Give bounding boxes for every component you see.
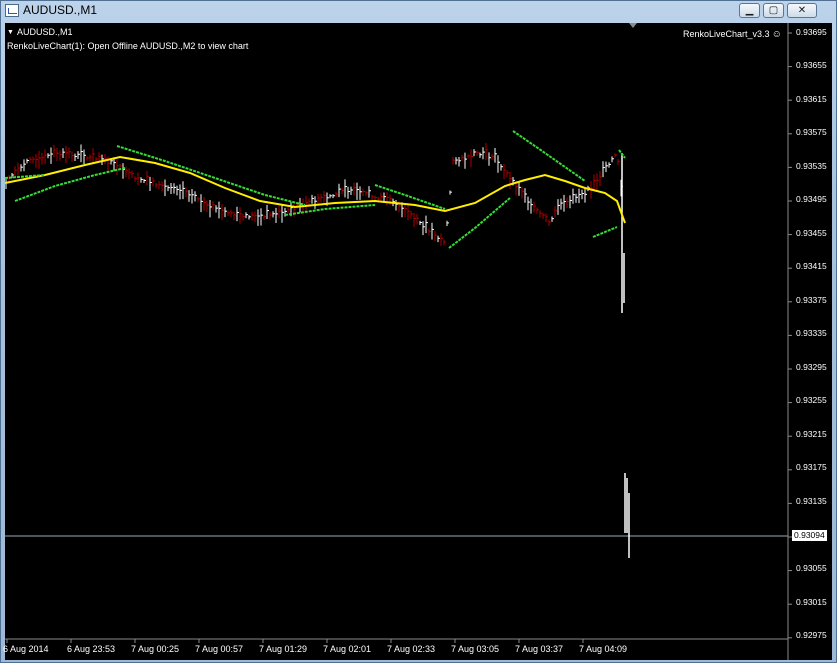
- chart-shift-marker[interactable]: [629, 23, 637, 28]
- time-label: 7 Aug 04:09: [579, 644, 628, 654]
- expert-advisor-name: RenkoLiveChart_v3.3: [683, 29, 770, 39]
- close-button[interactable]: ✕: [787, 3, 817, 18]
- band-line: [592, 226, 618, 238]
- maximize-button[interactable]: ▢: [763, 3, 784, 18]
- price-label: 0.93655: [796, 60, 827, 70]
- price-label: 0.93175: [796, 462, 827, 472]
- chart-canvas: [5, 23, 792, 660]
- time-label: 7 Aug 02:01: [323, 644, 372, 654]
- time-label: 7 Aug 00:25: [131, 644, 180, 654]
- chart-window-icon: [5, 4, 19, 17]
- price-label: 0.93615: [796, 94, 827, 104]
- band-line: [116, 145, 306, 206]
- price-label: 0.93015: [796, 597, 827, 607]
- smile-icon: ☺: [771, 29, 782, 40]
- expert-advisor-label: RenkoLiveChart_v3.3 ☺: [683, 29, 782, 40]
- price-label: 0.93215: [796, 429, 827, 439]
- indicator-note: RenkoLiveChart(1): Open Offline AUDUSD.,…: [7, 41, 249, 51]
- price-label: 0.93335: [796, 328, 827, 338]
- price-chart[interactable]: ▼ AUDUSD.,M1 RenkoLiveChart(1): Open Offl…: [3, 23, 832, 660]
- band-line: [448, 197, 511, 249]
- time-label: 7 Aug 01:29: [259, 644, 308, 654]
- time-label: 7 Aug 02:33: [387, 644, 436, 654]
- price-label: 0.93535: [796, 161, 827, 171]
- dropdown-triangle-icon: ▼: [7, 29, 14, 36]
- price-label: 0.93055: [796, 563, 827, 573]
- time-label: 7 Aug 03:37: [515, 644, 564, 654]
- minimize-button[interactable]: ▁: [739, 3, 760, 18]
- window-title: AUDUSD.,M1: [23, 3, 98, 17]
- time-label: 7 Aug 00:57: [195, 644, 244, 654]
- title-bar[interactable]: AUDUSD.,M1 ▁ ▢ ✕: [1, 1, 836, 21]
- symbol-label[interactable]: ▼ AUDUSD.,M1: [7, 27, 72, 37]
- price-label: 0.93415: [796, 261, 827, 271]
- price-label: 0.93495: [796, 194, 827, 204]
- price-label: 0.93135: [796, 496, 827, 506]
- moving-average-line: [5, 155, 626, 224]
- price-label: 0.93295: [796, 362, 827, 372]
- price-label: 0.93695: [796, 27, 827, 37]
- time-label: 7 Aug 03:05: [451, 644, 500, 654]
- time-label: 6 Aug 23:53: [67, 644, 116, 654]
- price-label: 0.93455: [796, 228, 827, 238]
- price-label: 0.93255: [796, 395, 827, 405]
- chart-window: AUDUSD.,M1 ▁ ▢ ✕ ▼ AUDUSD.,M1 RenkoLiveCh…: [0, 0, 837, 663]
- current-price-label: 0.93094: [792, 530, 827, 541]
- band-line: [512, 130, 586, 182]
- price-label: 0.92975: [796, 630, 827, 640]
- price-label: 0.93375: [796, 295, 827, 305]
- symbol-text: AUDUSD.,M1: [16, 27, 73, 37]
- time-label: 6 Aug 2014: [3, 644, 49, 654]
- price-label: 0.93575: [796, 127, 827, 137]
